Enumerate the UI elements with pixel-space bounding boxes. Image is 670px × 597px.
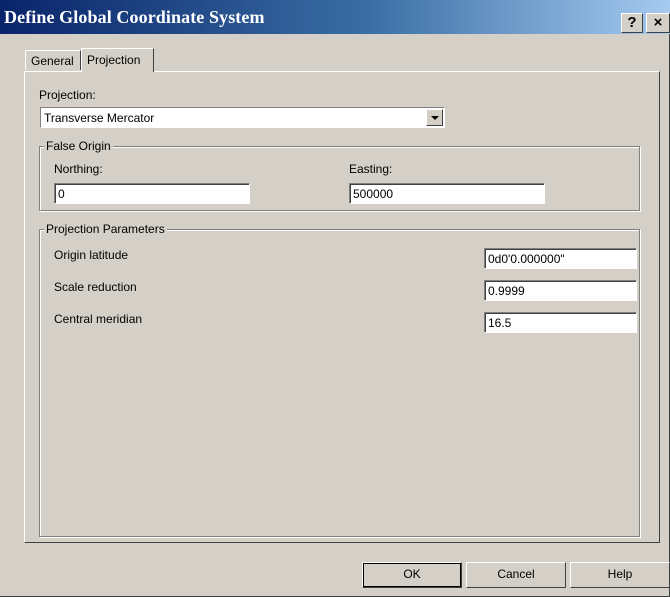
close-icon[interactable]: × [646, 13, 670, 33]
projection-parameters-group-title: Projection Parameters [44, 222, 167, 236]
tab-general[interactable]: General [25, 50, 81, 70]
projection-tab-panel: Projection: Transverse Mercator False Or… [24, 71, 660, 543]
northing-label: Northing: [54, 162, 103, 176]
scale-reduction-input[interactable]: 0.9999 [484, 280, 637, 301]
central-meridian-label: Central meridian [54, 312, 143, 326]
tab-projection[interactable]: Projection [81, 48, 154, 72]
northing-input[interactable]: 0 [54, 183, 250, 204]
origin-latitude-input[interactable]: 0d0'0.000000" [484, 248, 637, 269]
origin-latitude-label: Origin latitude [54, 248, 129, 262]
chevron-down-icon[interactable] [426, 109, 443, 126]
central-meridian-input[interactable]: 16.5 [484, 312, 637, 333]
projection-select-value: Transverse Mercator [44, 111, 155, 125]
projection-label: Projection: [39, 88, 96, 102]
scale-reduction-label: Scale reduction [54, 280, 137, 294]
ok-button[interactable]: OK [362, 562, 462, 588]
define-global-coordinate-system-dialog: Define Global Coordinate System ? × Gene… [0, 0, 670, 597]
easting-input[interactable]: 500000 [349, 183, 545, 204]
title-bar[interactable]: Define Global Coordinate System ? × [0, 0, 670, 34]
cancel-button[interactable]: Cancel [466, 562, 566, 588]
projection-select[interactable]: Transverse Mercator [40, 107, 445, 128]
tab-strip: General Projection [0, 48, 670, 72]
false-origin-group-title: False Origin [44, 139, 113, 153]
false-origin-group: False Origin Northing: 0 Easting: 500000 [39, 139, 640, 211]
help-icon[interactable]: ? [621, 13, 643, 33]
projection-parameters-group: Projection Parameters Origin latitude 0d… [39, 222, 640, 537]
dialog-footer: OK Cancel Help [0, 545, 670, 597]
window-title: Define Global Coordinate System [4, 7, 265, 27]
help-button[interactable]: Help [570, 562, 670, 588]
easting-label: Easting: [349, 162, 393, 176]
